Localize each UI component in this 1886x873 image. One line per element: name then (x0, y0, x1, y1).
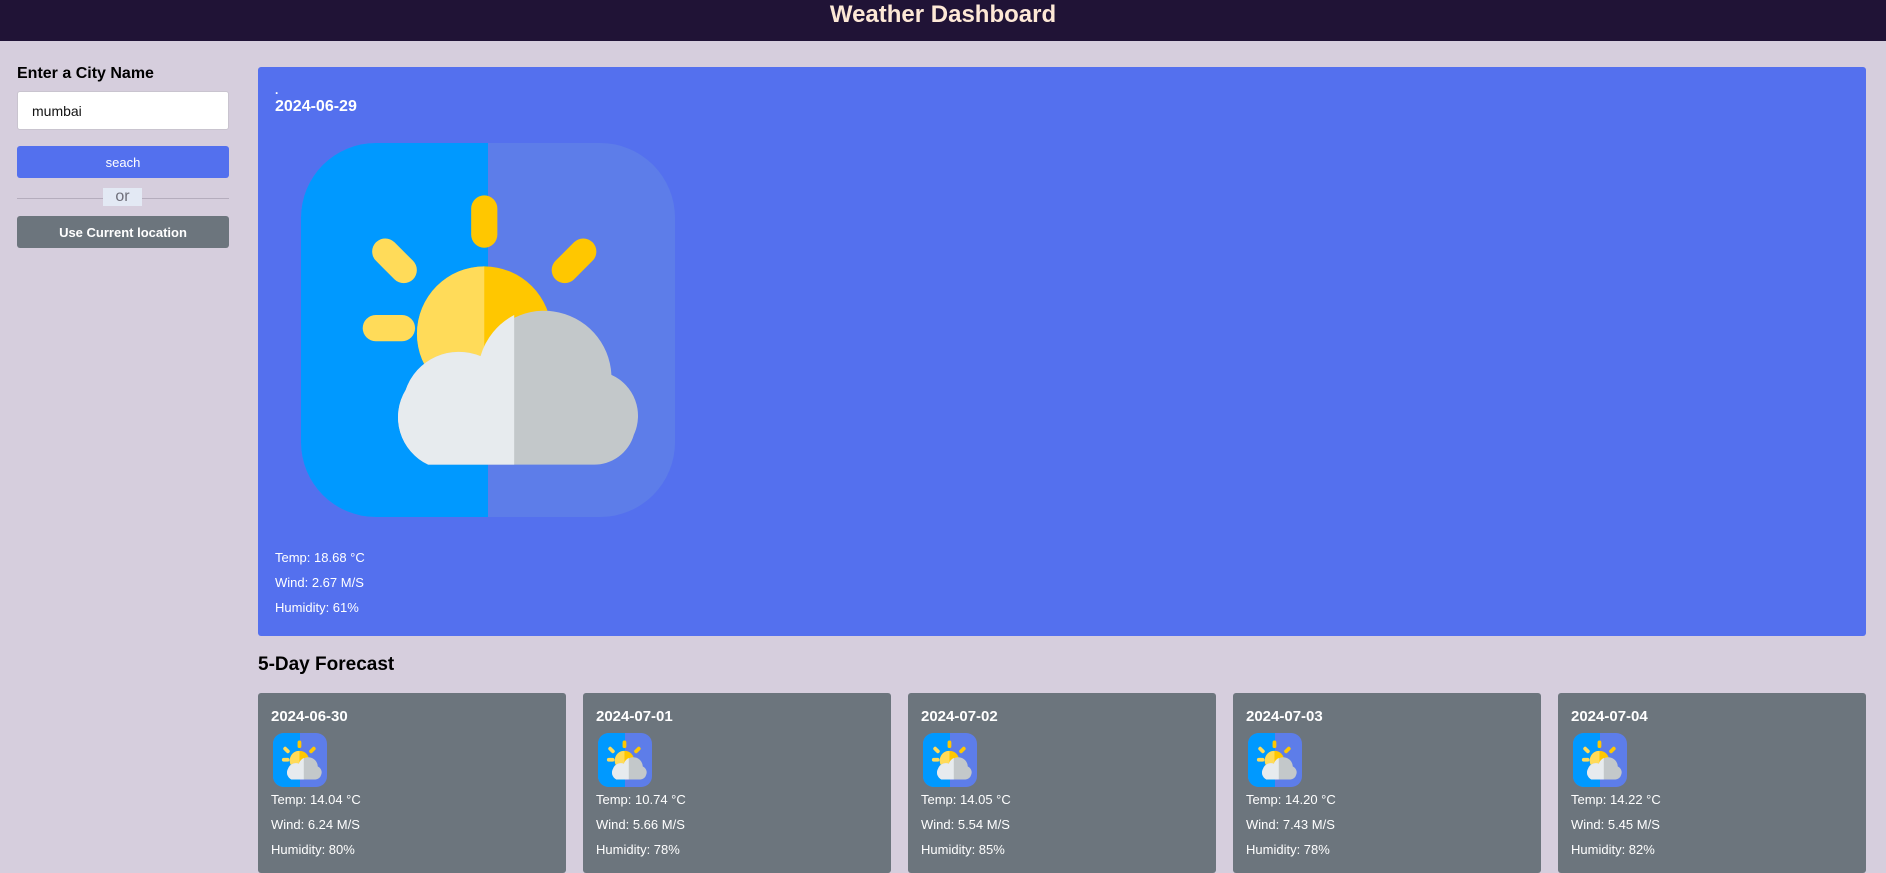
forecast-date: 2024-07-03 (1246, 708, 1323, 725)
forecast-stats: Temp: 14.20 °C Wind: 7.43 M/S Humidity: … (1246, 792, 1336, 867)
partly-sunny-icon (273, 733, 327, 787)
forecast-wind: Wind: 7.43 M/S (1246, 817, 1335, 832)
use-current-location-button[interactable]: Use Current location (17, 216, 229, 248)
city-label: Enter a City Name (17, 65, 154, 82)
partly-sunny-icon (598, 733, 652, 787)
forecast-stats: Temp: 14.04 °C Wind: 6.24 M/S Humidity: … (271, 792, 361, 867)
current-wind: Wind: 2.67 M/S (275, 575, 364, 590)
forecast-stats: Temp: 14.22 °C Wind: 5.45 M/S Humidity: … (1571, 792, 1661, 867)
forecast-card: 2024-06-30 Temp: 14.04 °C Wind: 6.24 M/S… (258, 693, 566, 873)
forecast-wind: Wind: 5.54 M/S (921, 817, 1010, 832)
forecast-temp: Temp: 14.05 °C (921, 792, 1011, 807)
forecast-card: 2024-07-04 Temp: 14.22 °C Wind: 5.45 M/S… (1558, 693, 1866, 873)
sidebar: Enter a City Name seach or Use Current l… (17, 63, 229, 248)
current-temp: Temp: 18.68 °C (275, 550, 365, 565)
partly-sunny-icon (923, 733, 977, 787)
forecast-card: 2024-07-01 Temp: 10.74 °C Wind: 5.66 M/S… (583, 693, 891, 873)
forecast-temp: Temp: 10.74 °C (596, 792, 686, 807)
current-city-name: . (275, 83, 279, 97)
or-label: or (103, 188, 142, 206)
forecast-temp: Temp: 14.22 °C (1571, 792, 1661, 807)
search-button[interactable]: seach (17, 146, 229, 178)
current-date: 2024-06-29 (275, 98, 357, 115)
forecast-stats: Temp: 10.74 °C Wind: 5.66 M/S Humidity: … (596, 792, 686, 867)
forecast-date: 2024-07-02 (921, 708, 998, 725)
forecast-temp: Temp: 14.20 °C (1246, 792, 1336, 807)
forecast-title: 5-Day Forecast (258, 654, 395, 675)
app-title: Weather Dashboard (829, 1, 1057, 28)
forecast-temp: Temp: 14.04 °C (271, 792, 361, 807)
city-input[interactable] (17, 91, 229, 130)
current-humidity: Humidity: 61% (275, 600, 359, 615)
top-header: Weather Dashboard (0, 0, 1886, 41)
forecast-wind: Wind: 6.24 M/S (271, 817, 360, 832)
forecast-wind: Wind: 5.45 M/S (1571, 817, 1660, 832)
partly-sunny-icon (301, 143, 675, 517)
or-divider: or (17, 186, 229, 208)
current-weather-card: . 2024-06-29 Temp: 18.68 °C Wind: 2.67 M… (258, 67, 1866, 636)
current-stats: Temp: 18.68 °C Wind: 2.67 M/S Humidity: … (275, 550, 365, 625)
partly-sunny-icon (1248, 733, 1302, 787)
partly-sunny-icon (1573, 733, 1627, 787)
forecast-wind: Wind: 5.66 M/S (596, 817, 685, 832)
forecast-date: 2024-06-30 (271, 708, 348, 725)
forecast-card: 2024-07-03 Temp: 14.20 °C Wind: 7.43 M/S… (1233, 693, 1541, 873)
forecast-date: 2024-07-01 (596, 708, 673, 725)
forecast-card: 2024-07-02 Temp: 14.05 °C Wind: 5.54 M/S… (908, 693, 1216, 873)
forecast-stats: Temp: 14.05 °C Wind: 5.54 M/S Humidity: … (921, 792, 1011, 867)
forecast-date: 2024-07-04 (1571, 708, 1648, 725)
